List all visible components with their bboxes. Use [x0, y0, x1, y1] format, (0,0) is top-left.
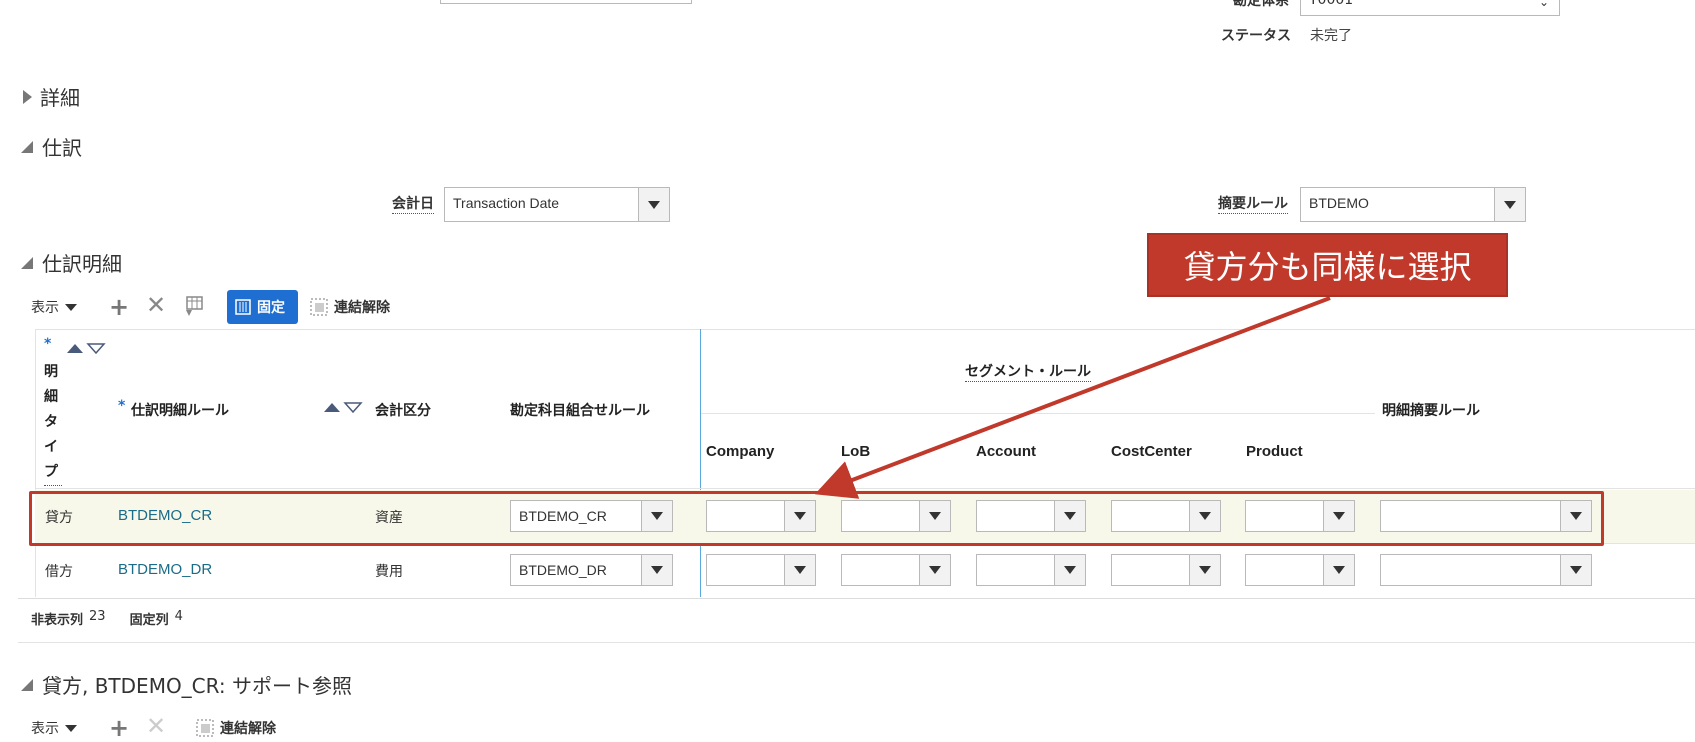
annotation-arrow [814, 296, 1331, 499]
annotation-callout: 貸方分も同様に選択 [1147, 233, 1508, 297]
annotation-callout-text: 貸方分も同様に選択 [1183, 248, 1472, 286]
